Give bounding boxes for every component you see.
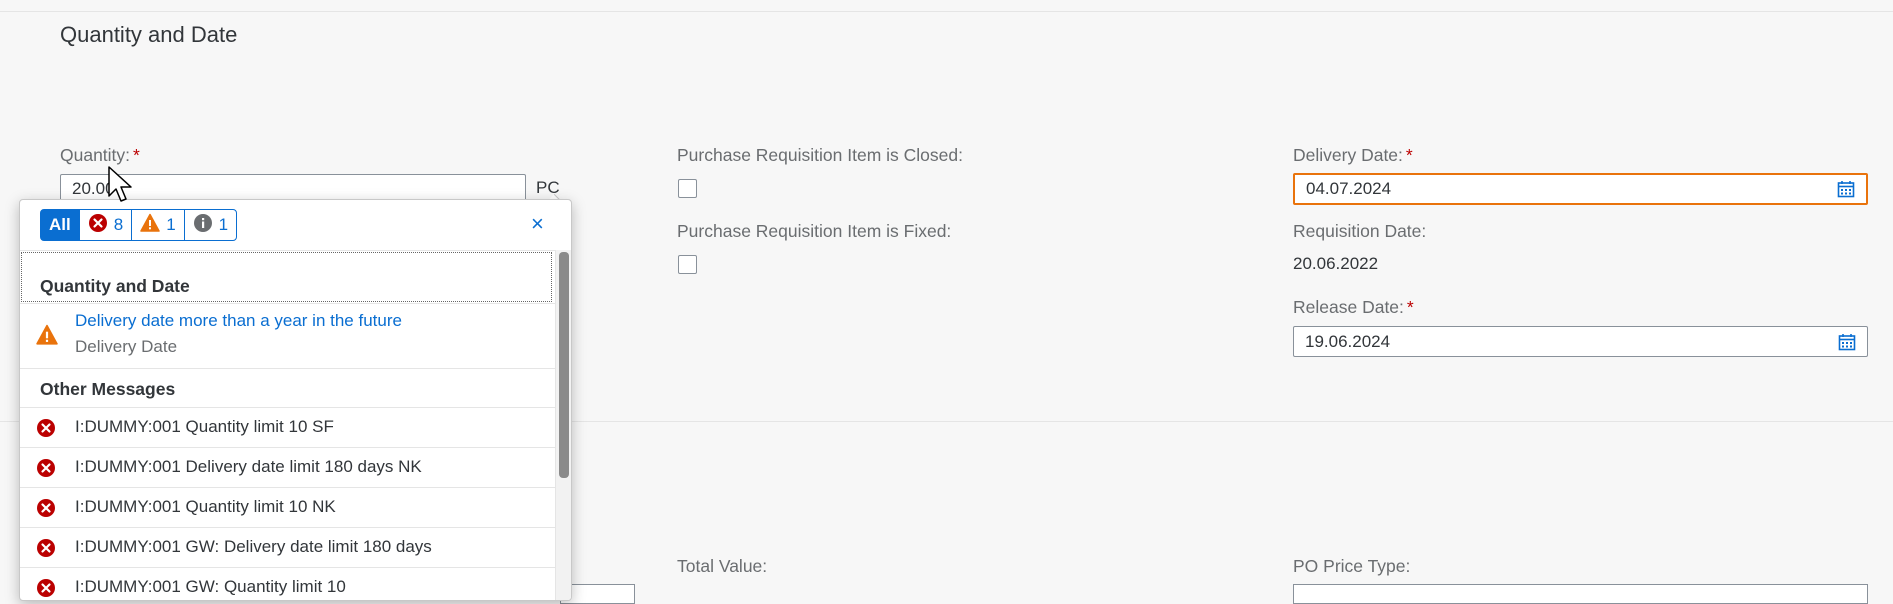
message-title: I:DUMMY:001 Quantity limit 10 NK bbox=[75, 497, 336, 516]
top-separator bbox=[0, 11, 1893, 12]
message-title-link[interactable]: Delivery date more than a year in the fu… bbox=[75, 311, 402, 331]
pr-fixed-checkbox[interactable] bbox=[678, 255, 697, 274]
message-list: Quantity and Date Delivery date more tha… bbox=[20, 250, 555, 600]
filter-error-button[interactable]: 8 bbox=[78, 209, 133, 241]
po-price-type-input[interactable] bbox=[1293, 584, 1868, 604]
message-item-warning[interactable]: Delivery date more than a year in the fu… bbox=[20, 304, 555, 368]
error-icon bbox=[36, 498, 56, 523]
release-date-value: 19.06.2024 bbox=[1305, 331, 1391, 351]
calendar-icon[interactable] bbox=[1837, 180, 1855, 198]
required-mark: * bbox=[1406, 297, 1414, 317]
message-title: I:DUMMY:001 GW: Delivery date limit 180 … bbox=[75, 537, 432, 556]
delivery-date-label-text: Delivery Date: bbox=[1293, 145, 1403, 165]
message-subtitle: Delivery Date bbox=[75, 337, 178, 356]
po-price-type-label: PO Price Type: bbox=[1293, 556, 1411, 576]
message-title: I:DUMMY:001 GW: Quantity limit 10 bbox=[75, 577, 346, 596]
warning-icon bbox=[36, 324, 58, 351]
pr-closed-label: Purchase Requisition Item is Closed: bbox=[677, 145, 963, 165]
message-popover: All 8 1 1 × Quantity and Date Delivery d… bbox=[19, 199, 572, 601]
required-mark: * bbox=[133, 145, 140, 165]
message-filter-bar: All 8 1 1 bbox=[40, 209, 238, 241]
group-header: Other Messages bbox=[40, 379, 176, 399]
release-date-input[interactable]: 19.06.2024 bbox=[1293, 326, 1868, 357]
message-title: I:DUMMY:001 Delivery date limit 180 days… bbox=[75, 457, 422, 476]
pr-fixed-label: Purchase Requisition Item is Fixed: bbox=[677, 221, 952, 241]
quantity-label-text: Quantity: bbox=[60, 145, 131, 165]
message-item-error[interactable]: I:DUMMY:001 GW: Delivery date limit 180 … bbox=[20, 528, 555, 567]
filter-info-button[interactable]: 1 bbox=[183, 209, 238, 241]
row-separator bbox=[20, 368, 555, 369]
filter-warning-button[interactable]: 1 bbox=[131, 209, 185, 241]
error-icon bbox=[36, 458, 56, 483]
mouse-cursor-icon bbox=[108, 166, 134, 209]
release-date-label-text: Release Date: bbox=[1293, 297, 1404, 317]
error-icon bbox=[88, 213, 108, 238]
release-date-label: Release Date: * bbox=[1293, 297, 1414, 318]
scrollbar-thumb[interactable] bbox=[559, 252, 569, 478]
popover-scrollbar[interactable] bbox=[555, 250, 571, 600]
delivery-date-value: 04.07.2024 bbox=[1306, 179, 1392, 198]
info-count: 1 bbox=[218, 215, 229, 234]
warning-count: 1 bbox=[166, 215, 176, 234]
requisition-date-value: 20.06.2022 bbox=[1293, 254, 1379, 273]
message-title: I:DUMMY:001 Quantity limit 10 SF bbox=[75, 417, 334, 436]
message-item-error[interactable]: I:DUMMY:001 GW: Quantity limit 10 bbox=[20, 568, 555, 600]
error-icon bbox=[36, 578, 56, 600]
delivery-date-input[interactable]: 04.07.2024 bbox=[1293, 173, 1868, 205]
error-icon bbox=[36, 418, 56, 443]
total-value-label: Total Value: bbox=[677, 556, 768, 576]
error-count: 8 bbox=[113, 215, 124, 234]
quantity-label: Quantity: * bbox=[60, 145, 140, 166]
message-item-error[interactable]: I:DUMMY:001 Delivery date limit 180 days… bbox=[20, 448, 555, 487]
warning-icon bbox=[140, 213, 160, 238]
message-item-error[interactable]: I:DUMMY:001 Quantity limit 10 NK bbox=[20, 488, 555, 527]
filter-all-button[interactable]: All bbox=[40, 209, 80, 241]
error-icon bbox=[36, 538, 56, 563]
section-title: Quantity and Date bbox=[60, 22, 238, 47]
requisition-date-label: Requisition Date: bbox=[1293, 221, 1427, 241]
group-header: Quantity and Date bbox=[40, 276, 190, 296]
required-mark: * bbox=[1405, 145, 1413, 165]
filter-all-label: All bbox=[49, 215, 71, 234]
info-icon bbox=[193, 213, 213, 238]
pr-closed-checkbox[interactable] bbox=[678, 179, 697, 198]
message-item-error[interactable]: I:DUMMY:001 Quantity limit 10 SF bbox=[20, 408, 555, 447]
delivery-date-label: Delivery Date: * bbox=[1293, 145, 1413, 166]
close-popover-button[interactable]: × bbox=[531, 211, 544, 237]
calendar-icon[interactable] bbox=[1838, 333, 1856, 351]
